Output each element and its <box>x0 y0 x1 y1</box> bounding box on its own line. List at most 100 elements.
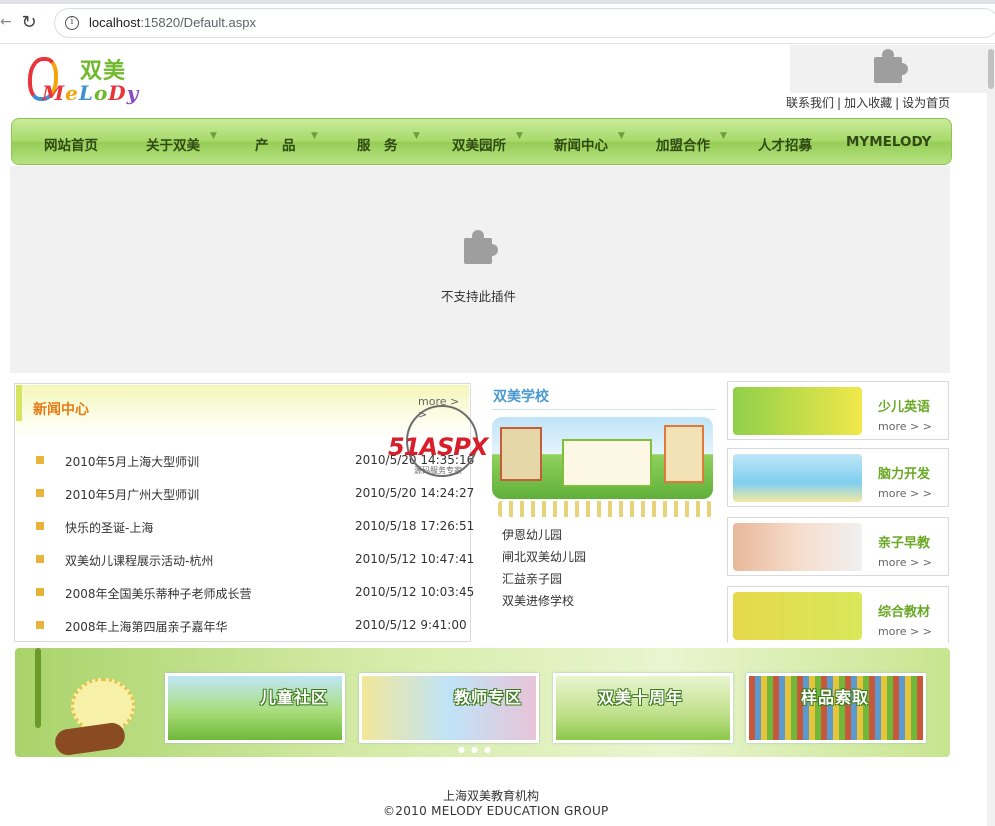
news-item-date: 2010/5/12 10:03:45 <box>355 585 475 599</box>
address-bar[interactable]: i localhost:15820/Default.aspx <box>54 8 995 38</box>
nav-label: 加盟合作 <box>656 138 710 154</box>
nav-item-news[interactable]: 新闻中心 ▼ <box>554 131 625 154</box>
nav-item-mymelody[interactable]: MYMELODY <box>846 134 931 150</box>
card-title[interactable]: 亲子早教 <box>878 532 930 551</box>
watermark-subtext: 源码服务专家 <box>414 466 462 475</box>
footer-copyright: ©2010 MELODY EDUCATION GROUP <box>383 804 609 818</box>
melody-logo[interactable]: 双美 MeLoDy <box>28 53 138 107</box>
card-more-link[interactable]: more > > <box>878 556 932 569</box>
brain-thumbnail[interactable] <box>733 454 862 502</box>
bullet-icon <box>36 522 44 530</box>
url-text[interactable]: localhost:15820/Default.aspx <box>89 15 256 30</box>
logo-letter: M <box>42 81 66 105</box>
school-illustration[interactable] <box>492 417 713 499</box>
news-item[interactable]: 双美幼儿课程展示活动-杭州 2010/5/12 10:47:41 <box>35 552 474 572</box>
news-item-title[interactable]: 2008年上海第四届亲子嘉年华 <box>65 618 228 635</box>
news-title: 新闻中心 <box>33 402 89 418</box>
nav-label: 关于双美 <box>146 138 200 154</box>
tile-teacher-zone[interactable]: 教师专区 <box>359 673 539 743</box>
url-host: localhost <box>89 15 141 30</box>
bottom-banner: 儿童社区 教师专区 双美十周年 样品索取 <box>15 648 950 757</box>
card-brain[interactable]: 脑力开发 more > > <box>727 448 949 507</box>
web-page: 双美 MeLoDy 联系我们 | 加入收藏 | 设为首页 网站首页 关于双美 ▼ 产 品 ▼… <box>0 45 995 826</box>
card-english[interactable]: 少儿英语 more > > <box>727 381 949 440</box>
contact-us-link[interactable]: 联系我们 <box>786 96 834 110</box>
school-divider <box>492 409 716 410</box>
page-scrollbar[interactable] <box>987 45 995 826</box>
plugin-unsupported-message: 不支持此插件 <box>441 289 517 304</box>
fence-decoration <box>498 501 712 517</box>
nav-item-schools[interactable]: 双美园所 ▼ <box>452 131 523 154</box>
nav-item-products[interactable]: 产 品 ▼ <box>255 131 318 154</box>
bullet-icon <box>36 489 44 497</box>
card-title[interactable]: 综合教材 <box>878 601 930 620</box>
news-item[interactable]: 2008年全国美乐蒂种子老师成长营 2010/5/12 10:03:45 <box>35 585 474 605</box>
tile-kids-community[interactable]: 儿童社区 <box>165 673 345 743</box>
card-more-link[interactable]: more > > <box>878 625 932 638</box>
bullet-icon <box>36 621 44 629</box>
nav-item-about[interactable]: 关于双美 ▼ <box>146 131 217 154</box>
nav-label: 人才招募 <box>758 138 812 154</box>
nav-label: 双美园所 <box>452 138 506 154</box>
reload-icon[interactable]: ↻ <box>18 12 40 34</box>
nav-label: 新闻中心 <box>554 138 608 154</box>
logo-letter: L <box>78 81 94 105</box>
browser-toolbar: ← ↻ i localhost:15820/Default.aspx <box>0 0 995 44</box>
set-homepage-link[interactable]: 设为首页 <box>902 96 950 110</box>
school-link[interactable]: 双美进修学校 <box>502 592 574 609</box>
log-decoration <box>53 721 127 757</box>
card-parent-child[interactable]: 亲子早教 more > > <box>727 517 949 576</box>
logo-letter: D <box>108 81 127 105</box>
news-item-date: 2010/5/12 10:47:41 <box>355 552 475 566</box>
chevron-down-icon: ▼ <box>516 131 523 141</box>
back-arrow-icon[interactable]: ← <box>0 14 12 30</box>
card-more-link[interactable]: more > > <box>878 420 932 433</box>
chevron-down-icon: ▼ <box>720 131 727 141</box>
vine-decoration <box>35 648 41 728</box>
school-link[interactable]: 汇益亲子园 <box>502 570 562 587</box>
logo-letter: y <box>126 81 140 105</box>
top-links: 联系我们 | 加入收藏 | 设为首页 <box>786 96 951 110</box>
news-item-title[interactable]: 2008年全国美乐蒂种子老师成长营 <box>65 585 252 602</box>
logo-english: MeLoDy <box>42 81 139 105</box>
nav-item-franchise[interactable]: 加盟合作 ▼ <box>656 131 727 154</box>
nav-label: 产 品 <box>255 138 296 154</box>
news-item-title[interactable]: 2010年5月广州大型师训 <box>65 486 199 503</box>
tile-label: 样品索取 <box>801 688 870 707</box>
nav-item-service[interactable]: 服 务 ▼ <box>357 131 420 154</box>
bullet-icon <box>36 588 44 596</box>
news-item-date: 2010/5/18 17:26:51 <box>355 519 475 533</box>
tile-label: 教师专区 <box>454 688 523 707</box>
tile-tenth-anniversary[interactable]: 双美十周年 <box>553 673 733 743</box>
plugin-placeholder-main <box>10 166 950 373</box>
news-item[interactable]: 2008年上海第四届亲子嘉年华 2010/5/12 9:41:00 <box>35 618 467 638</box>
nav-item-careers[interactable]: 人才招募 <box>758 134 812 154</box>
parent-child-thumbnail[interactable] <box>733 523 862 571</box>
51aspx-watermark: 51ASPX 源码服务专家 <box>388 405 508 493</box>
plugin-placeholder-small <box>790 45 987 93</box>
tile-label: 双美十周年 <box>598 688 684 707</box>
carousel-dots[interactable]: ●●● <box>458 745 497 754</box>
news-item-title[interactable]: 2010年5月上海大型师训 <box>65 453 199 470</box>
chevron-down-icon: ▼ <box>210 131 217 141</box>
info-icon[interactable]: i <box>65 16 79 30</box>
card-title[interactable]: 脑力开发 <box>878 463 930 482</box>
materials-thumbnail[interactable] <box>733 592 862 640</box>
news-item[interactable]: 快乐的圣诞-上海 2010/5/18 17:26:51 <box>35 519 474 539</box>
card-more-link[interactable]: more > > <box>878 487 932 500</box>
school-link[interactable]: 伊恩幼儿园 <box>502 526 562 543</box>
news-item-title[interactable]: 双美幼儿课程展示活动-杭州 <box>65 552 213 569</box>
footer-org: 上海双美教育机构 <box>443 789 540 803</box>
nav-item-home[interactable]: 网站首页 <box>44 134 98 154</box>
tile-sample-request[interactable]: 样品索取 <box>746 673 926 743</box>
nav-label: 网站首页 <box>44 138 98 154</box>
tab-strip-edge <box>0 0 995 4</box>
news-item-title[interactable]: 快乐的圣诞-上海 <box>65 519 153 536</box>
add-favorite-link[interactable]: 加入收藏 <box>844 96 892 110</box>
card-title[interactable]: 少儿英语 <box>878 396 930 415</box>
scrollbar-thumb[interactable] <box>988 49 994 89</box>
school-title: 双美学校 <box>493 389 549 405</box>
english-thumbnail[interactable] <box>733 387 862 435</box>
school-link[interactable]: 闸北双美幼儿园 <box>502 548 586 565</box>
card-materials[interactable]: 综合教材 more > > <box>727 586 949 643</box>
